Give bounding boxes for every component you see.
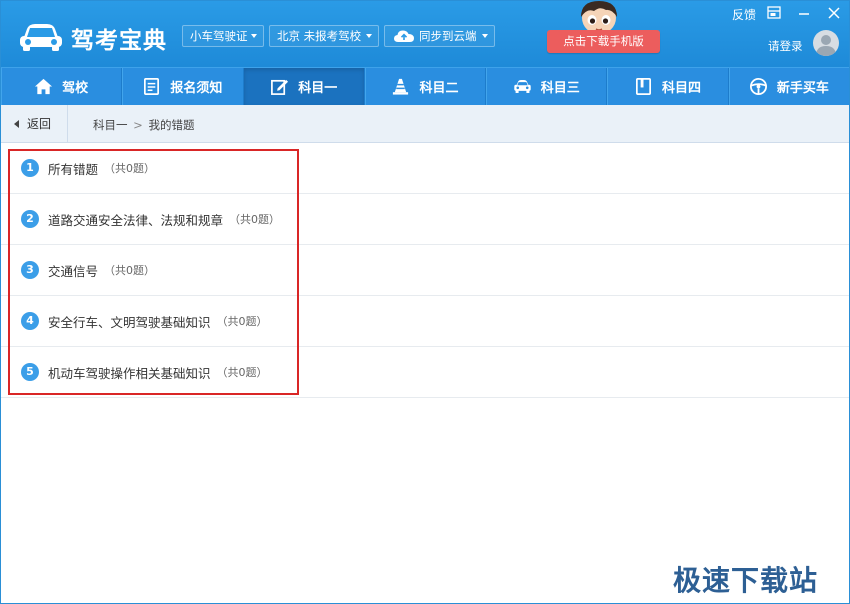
number-badge: 2 [21, 210, 39, 228]
watermark: 极速下载站 [673, 564, 819, 597]
user-silhouette-icon [816, 35, 836, 56]
title-bar: 驾考宝典 小车驾驶证 北京 未报考驾校 同步到云端 点击下载手机版 反馈 请登录 [1, 1, 849, 67]
back-button[interactable]: 返回 [1, 105, 68, 142]
download-mobile-button[interactable]: 点击下载手机版 [547, 30, 660, 53]
steering-wheel-icon [749, 77, 767, 96]
question-count: （共0题） [104, 162, 156, 175]
chevron-down-icon [251, 34, 257, 38]
nav-label: 科目一 [298, 81, 338, 96]
nav-item-driving-school[interactable]: 驾校 [1, 68, 123, 105]
question-count: （共0题） [104, 264, 156, 277]
document-icon [144, 78, 160, 95]
breadcrumb-parent[interactable]: 科目一 [93, 118, 128, 132]
question-count: （共0题） [216, 366, 268, 379]
cloud-sync-dropdown[interactable]: 同步到云端 [384, 25, 495, 47]
breadcrumb-separator: > [133, 118, 143, 132]
app-window: 驾考宝典 小车驾驶证 北京 未报考驾校 同步到云端 点击下载手机版 反馈 请登录… [0, 0, 850, 604]
nav-label: 新手买车 [776, 81, 829, 96]
list-item[interactable]: 2 道路交通安全法律、法规和规章 （共0题） [1, 194, 849, 245]
license-type-dropdown[interactable]: 小车驾驶证 [182, 25, 264, 47]
traffic-cone-icon [393, 78, 409, 95]
main-nav: 驾校 报名须知 科目一 科目二 科目三 科目四 新手买车 [1, 67, 849, 105]
category-title: 交通信号 [48, 263, 99, 279]
book-icon [636, 78, 652, 95]
car-logo-icon [20, 24, 62, 51]
number-badge: 4 [21, 312, 39, 330]
number-badge: 3 [21, 261, 39, 279]
avatar[interactable] [813, 30, 839, 56]
car-icon [514, 80, 531, 93]
nav-label: 报名须知 [170, 81, 223, 96]
mistake-category-list: 1 所有错题 （共0题） 2 道路交通安全法律、法规和规章 （共0题） 3 交通… [1, 143, 849, 398]
nav-item-subject-four[interactable]: 科目四 [607, 68, 729, 105]
nav-item-subject-three[interactable]: 科目三 [486, 68, 608, 105]
nav-item-subject-two[interactable]: 科目二 [365, 68, 487, 105]
question-count: （共0题） [216, 315, 268, 328]
category-title: 机动车驾驶操作相关基础知识 [48, 365, 211, 381]
skin-icon[interactable] [765, 4, 783, 22]
number-badge: 5 [21, 363, 39, 381]
nav-label: 科目三 [540, 81, 580, 96]
chevron-down-icon [482, 34, 488, 38]
nav-item-buy-car[interactable]: 新手买车 [729, 68, 849, 105]
number-badge: 1 [21, 159, 39, 177]
feedback-link[interactable]: 反馈 [732, 6, 756, 23]
arrow-left-icon [14, 119, 19, 128]
nav-label: 驾校 [62, 81, 89, 96]
city-school-dropdown[interactable]: 北京 未报考驾校 [269, 25, 379, 47]
city-school-label: 北京 未报考驾校 [277, 29, 362, 43]
minimize-icon[interactable] [795, 4, 813, 22]
cloud-upload-icon [394, 30, 414, 42]
breadcrumb-current: 我的错题 [148, 118, 195, 132]
license-type-label: 小车驾驶证 [190, 29, 248, 43]
cloud-sync-label: 同步到云端 [419, 29, 477, 43]
list-item[interactable]: 4 安全行车、文明驾驶基础知识 （共0题） [1, 296, 849, 347]
breadcrumb: 科目一 > 我的错题 [93, 117, 194, 133]
list-item[interactable]: 1 所有错题 （共0题） [1, 143, 849, 194]
list-item[interactable]: 3 交通信号 （共0题） [1, 245, 849, 296]
close-icon[interactable] [825, 4, 843, 22]
nav-label: 科目二 [419, 81, 459, 96]
edit-icon [271, 79, 289, 95]
nav-item-registration[interactable]: 报名须知 [122, 68, 244, 105]
home-icon [35, 78, 53, 95]
back-label: 返回 [27, 117, 52, 131]
category-title: 道路交通安全法律、法规和规章 [48, 212, 224, 228]
nav-item-subject-one[interactable]: 科目一 [243, 68, 365, 105]
login-link[interactable]: 请登录 [768, 38, 803, 54]
breadcrumb-bar: 返回 科目一 > 我的错题 [1, 105, 849, 143]
question-count: （共0题） [229, 213, 281, 226]
category-title: 所有错题 [48, 161, 99, 177]
category-title: 安全行车、文明驾驶基础知识 [48, 314, 211, 330]
app-title: 驾考宝典 [71, 28, 167, 54]
chevron-down-icon [366, 34, 372, 38]
nav-label: 科目四 [662, 81, 702, 96]
list-item[interactable]: 5 机动车驾驶操作相关基础知识 （共0题） [1, 347, 849, 398]
